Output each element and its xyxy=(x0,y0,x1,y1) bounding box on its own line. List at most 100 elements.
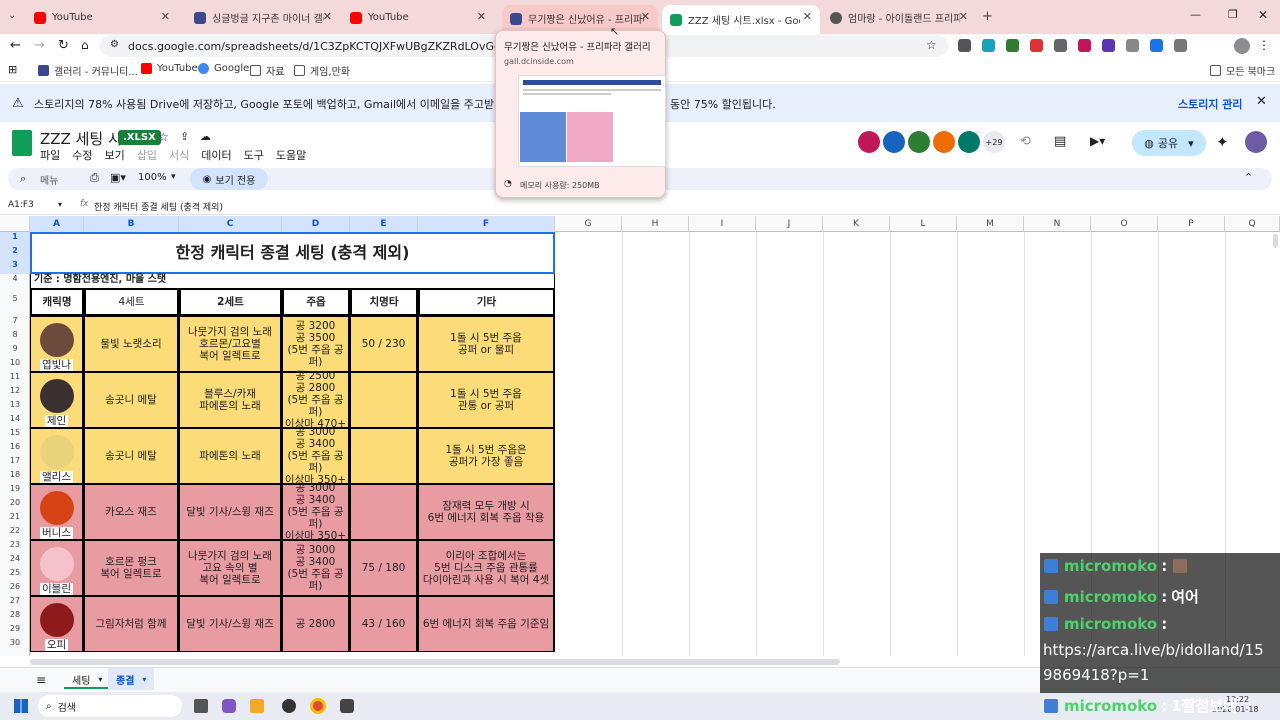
reload-icon[interactable]: ↻ xyxy=(58,38,69,53)
search-menu-icon[interactable]: ⌕ xyxy=(20,172,26,186)
zoom-select[interactable]: 100% xyxy=(138,172,167,183)
column-header[interactable]: I xyxy=(689,216,756,232)
apps-grid-icon[interactable]: ⊞ xyxy=(8,63,17,76)
extension-icon[interactable] xyxy=(958,39,971,52)
download-icon[interactable] xyxy=(1150,39,1163,52)
table-cell[interactable]: 블루스/카재 파에톤의 노래 xyxy=(179,372,282,428)
row-header[interactable]: 18 xyxy=(0,470,30,479)
table-cell[interactable]: 호르몬 펑크 복어 일렉트로 xyxy=(84,540,179,596)
column-header[interactable]: O xyxy=(1091,216,1158,232)
extensions-puzzle-icon[interactable] xyxy=(1174,39,1187,52)
row-header[interactable]: 30 xyxy=(0,638,30,647)
all-bookmarks[interactable]: 모든 북마크 xyxy=(1210,63,1275,78)
all-sheets-icon[interactable]: ≡ xyxy=(36,673,46,687)
profile-avatar[interactable] xyxy=(1234,38,1250,54)
menu-insert[interactable]: 삽입 xyxy=(137,147,157,163)
row-header[interactable]: 25 xyxy=(0,568,30,577)
close-tab-icon[interactable]: ✕ xyxy=(477,10,486,23)
chevron-down-icon[interactable]: ▾ xyxy=(171,172,176,182)
browser-tab[interactable]: 무기짱은 신났어유 - 프리파라 ✕ xyxy=(502,5,658,32)
avatar[interactable] xyxy=(908,131,930,153)
collapse-icon[interactable]: ⌃ xyxy=(1244,171,1253,184)
meet-icon[interactable]: ▶▾ xyxy=(1090,134,1105,148)
table-cell[interactable]: 공 3000 공 3400 (5번 주옵 공퍼) 이상마 350+ xyxy=(282,482,350,542)
table-cell[interactable]: 50 / 230 xyxy=(350,316,418,372)
close-tab-icon[interactable]: ✕ xyxy=(641,10,650,23)
row-header[interactable]: 17 xyxy=(0,456,30,465)
table-cell[interactable]: 75 / 180 xyxy=(350,540,418,596)
column-header[interactable]: E xyxy=(350,216,418,232)
extension-icon[interactable] xyxy=(1126,39,1139,52)
table-cell[interactable]: 공 3200 공 3500 (5번 주옵 공퍼) xyxy=(282,316,350,372)
account-avatar[interactable] xyxy=(1245,131,1267,153)
extension-icon[interactable] xyxy=(1054,39,1067,52)
header-cell[interactable]: 캐릭명 xyxy=(30,288,84,316)
app-icon[interactable] xyxy=(340,699,354,713)
browser-menu-icon[interactable]: ⋮ xyxy=(1258,38,1270,52)
close-tab-icon[interactable]: ✕ xyxy=(323,10,332,23)
row-header[interactable]: 28 xyxy=(0,610,30,619)
header-cell[interactable]: 기타 xyxy=(418,288,555,316)
browser-tab[interactable]: 싱글벙글 지구촌 마이너 갤러리 ✕ xyxy=(186,5,340,30)
table-cell[interactable]: 1돌 시 5번 주옵 공퍼 or 물피 xyxy=(418,316,555,372)
history-icon[interactable]: ⟲ xyxy=(1020,134,1031,149)
row-header[interactable]: 3 xyxy=(0,260,30,274)
table-cell[interactable]: 공 3000 공 3400 (5번 주옵 공퍼) xyxy=(282,540,350,596)
column-header[interactable]: F xyxy=(418,216,555,232)
character-cell[interactable]: 오피 xyxy=(30,596,84,652)
row-header[interactable]: 13 xyxy=(0,400,30,409)
row-header[interactable]: 16 xyxy=(0,442,30,451)
menu-tools[interactable]: 도구 xyxy=(244,147,264,163)
browser-tab[interactable]: YouTube ✕ xyxy=(342,5,494,30)
sheet-tab-active[interactable]: 종결 ▾ xyxy=(108,668,155,690)
maximize-icon[interactable]: ❐ xyxy=(1228,8,1238,21)
row-header[interactable]: 8 xyxy=(0,330,30,339)
column-header[interactable]: P xyxy=(1158,216,1225,232)
close-tab-icon[interactable]: ✕ xyxy=(161,10,170,23)
paint-format-icon[interactable]: ▣▾ xyxy=(110,171,126,184)
row-header[interactable]: 1 xyxy=(0,232,30,246)
row-header[interactable]: 7 xyxy=(0,316,30,325)
home-icon[interactable]: ⌂ xyxy=(81,38,89,52)
row-header[interactable]: 19 xyxy=(0,484,30,493)
name-box[interactable]: A1:F3 xyxy=(8,200,34,210)
bookmark-item[interactable]: YouTube xyxy=(141,63,198,74)
row-header[interactable]: 14 xyxy=(0,414,30,423)
bookmark-item[interactable]: Google xyxy=(198,63,249,74)
close-banner-icon[interactable]: ✕ xyxy=(1256,94,1267,109)
avatar[interactable] xyxy=(958,131,980,153)
character-cell[interactable]: 앨리스 xyxy=(30,428,84,484)
column-header[interactable]: N xyxy=(1024,216,1091,232)
row-header[interactable]: 12 xyxy=(0,386,30,395)
sheet-title-cell[interactable]: 한정 캐릭터 종결 세팅 (충격 제외) xyxy=(30,232,555,274)
menu-help[interactable]: 도움말 xyxy=(276,147,306,163)
column-header[interactable]: C xyxy=(179,216,282,232)
row-header[interactable]: 21 xyxy=(0,512,30,521)
header-cell[interactable]: 2세트 xyxy=(179,288,282,316)
avatar[interactable] xyxy=(858,131,880,153)
comments-icon[interactable]: ▤ xyxy=(1054,134,1066,149)
file-explorer-icon[interactable] xyxy=(250,699,264,713)
row-header[interactable]: 9 xyxy=(0,344,30,353)
table-cell[interactable]: 달빛 기사/스윙 재즈 xyxy=(179,596,282,652)
table-cell[interactable]: 나뭇가지 검의 노래 고요 속의 별 복어 일렉트로 xyxy=(179,540,282,596)
table-cell[interactable]: 1돌 시 5번 주옵은 공퍼가 가장 좋음 xyxy=(418,428,555,484)
extension-icon[interactable] xyxy=(1030,39,1043,52)
extension-icon[interactable] xyxy=(1006,39,1019,52)
browser-tab[interactable]: YouTube ✕ xyxy=(26,5,178,30)
start-icon[interactable] xyxy=(14,699,28,713)
table-cell[interactable]: 이리아 조합에서는 5번 디스크 주옵 관통률 다이아린과 사용 시 복어 4셋 xyxy=(418,540,555,596)
sheet-tab[interactable]: 세팅 ▾ xyxy=(64,671,111,689)
row-header[interactable]: 2 xyxy=(0,246,30,260)
formula-input[interactable]: 한정 캐릭터 종결 세팅 (충격 제외) xyxy=(94,200,223,213)
column-header[interactable]: L xyxy=(890,216,957,232)
forward-icon[interactable]: → xyxy=(34,38,45,53)
taskbar-search[interactable]: ⌕ 검색 xyxy=(38,695,182,717)
column-header[interactable]: B xyxy=(84,216,179,232)
bookmark-item[interactable]: 갤러리 - 커뮤니티... xyxy=(38,63,138,78)
row-header[interactable]: 10 xyxy=(0,358,30,367)
table-cell[interactable]: 공 3000 공 3400 (5번 주옵 공퍼) 이상마 350+ xyxy=(282,426,350,486)
menu-format[interactable]: 서식 xyxy=(169,147,189,163)
cloud-status-icon[interactable]: ☁ xyxy=(200,130,211,143)
character-cell[interactable]: 이블린 xyxy=(30,540,84,596)
